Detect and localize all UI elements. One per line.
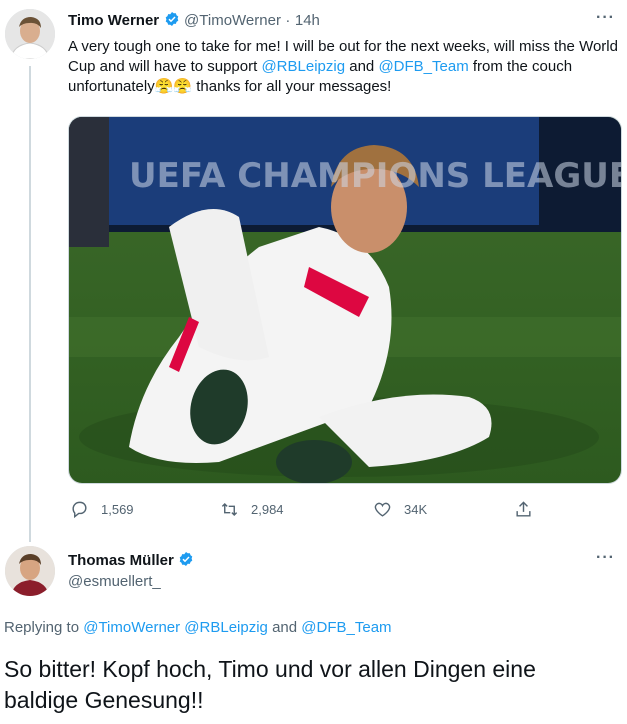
verified-badge-icon — [180, 552, 193, 566]
author-name[interactable]: Timo Werner — [68, 12, 159, 29]
author-handle[interactable]: @TimoWerner — [184, 12, 281, 29]
like-count: 34K — [404, 502, 428, 517]
tweet-time[interactable]: 14h — [295, 12, 320, 29]
more-options-icon[interactable]: ··· — [596, 9, 615, 27]
emoji-icon: 😤😤 — [154, 78, 193, 95]
mention-rbleipzig[interactable]: @RBLeipzig — [261, 58, 345, 75]
reply-author-avatar[interactable] — [5, 546, 55, 596]
reply-icon — [72, 501, 87, 519]
reply-header: Thomas Müller — [68, 551, 194, 570]
heart-icon — [374, 502, 391, 517]
tweet-text-part: and — [345, 58, 379, 75]
football-player-photo: UEFA CHAMPIONS LEAGUE — [69, 117, 622, 483]
like-button[interactable]: 34K — [373, 500, 427, 519]
reply-count: 1,569 — [101, 502, 134, 517]
mention-dfb-team[interactable]: @DFB_Team — [378, 58, 468, 75]
more-options-icon[interactable]: ··· — [596, 549, 615, 567]
tweet-header: Timo Werner @TimoWerner · 14h — [68, 11, 320, 30]
tweet-text-part: thanks for all your messages! — [192, 78, 392, 95]
replying-to-and: and — [267, 619, 302, 636]
replying-to-handles[interactable]: @TimoWerner @RBLeipzig — [83, 619, 268, 636]
retweet-icon — [221, 502, 238, 517]
author-avatar[interactable] — [5, 9, 55, 59]
retweet-button[interactable]: 2,984 — [220, 500, 284, 519]
thread-line — [29, 66, 31, 542]
verified-badge-icon — [165, 12, 178, 26]
media-banner-text: UEFA CHAMPIONS LEAGUE — [129, 156, 622, 196]
reply-author-name[interactable]: Thomas Müller — [68, 552, 174, 569]
reply-text: So bitter! Kopf hoch, Timo und vor allen… — [4, 656, 536, 713]
retweet-count: 2,984 — [251, 502, 284, 517]
tweet-media-photo[interactable]: UEFA CHAMPIONS LEAGUE — [68, 116, 622, 484]
reply-button[interactable]: 1,569 — [70, 500, 134, 519]
replying-to-label: Replying to — [4, 619, 84, 636]
replying-to-last-handle[interactable]: @DFB_Team — [301, 619, 391, 636]
replying-to-line: Replying to @TimoWerner @RBLeipzig and @… — [4, 619, 392, 636]
tweet-text: A very tough one to take for me! I will … — [68, 37, 618, 97]
share-button[interactable] — [514, 500, 533, 519]
separator-dot: · — [285, 12, 291, 29]
share-icon — [516, 501, 531, 517]
reply-author-handle[interactable]: @esmuellert_ — [68, 573, 161, 590]
